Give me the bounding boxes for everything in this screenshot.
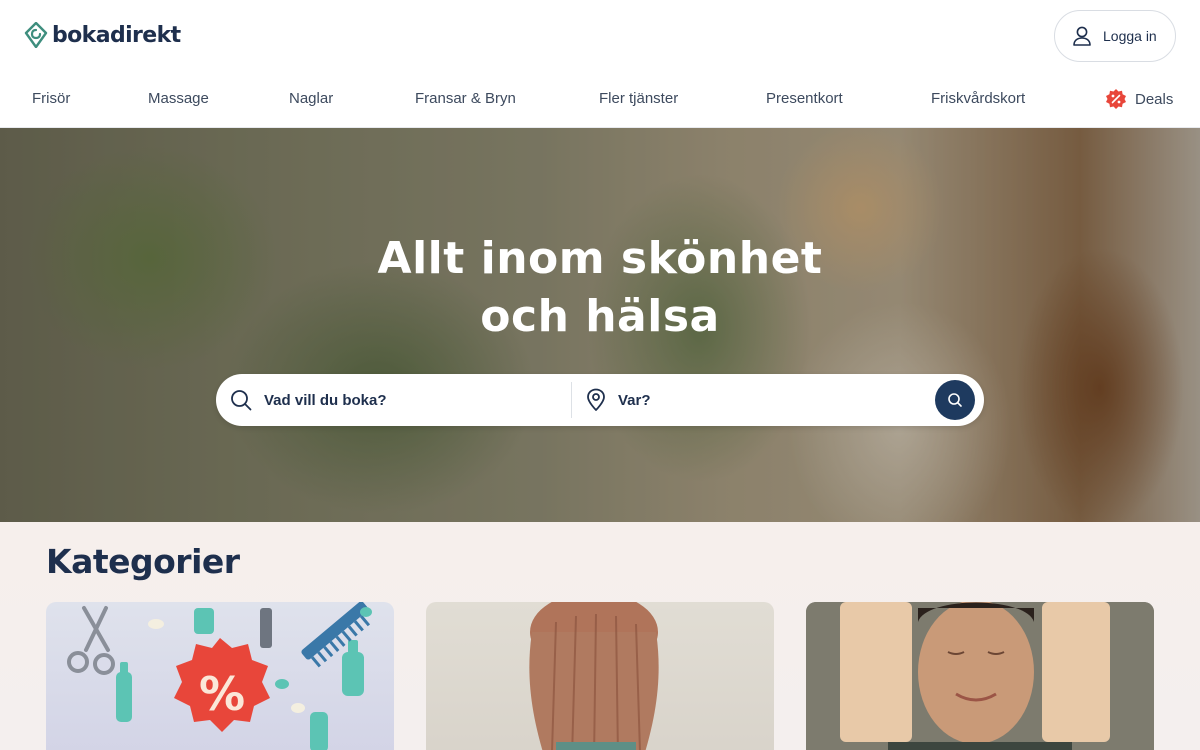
hero-title-line-1: Allt inom skönhet [377, 233, 823, 284]
search-bar: Vad vill du boka? Var? [216, 374, 984, 426]
category-card-hair[interactable] [426, 602, 774, 750]
hero-title: Allt inom skönhet och hälsa [0, 230, 1200, 346]
login-label: Logga in [1103, 28, 1157, 44]
logo[interactable]: bokadirekt [24, 22, 181, 48]
categories-section: Kategorier % [0, 522, 1200, 750]
nav-item-fransar-bryn[interactable]: Fransar & Bryn [415, 90, 516, 107]
category-card-face[interactable] [806, 602, 1154, 750]
search-submit-button[interactable] [935, 380, 975, 420]
hero-section: Allt inom skönhet och hälsa Vad vill du … [0, 128, 1200, 522]
deals-illustration-icon: % [67, 602, 372, 750]
nav-item-friskvardskort[interactable]: Friskvårdskort [931, 90, 1025, 107]
face-treatment-photo-icon [806, 602, 1154, 750]
user-icon [1073, 26, 1091, 46]
hair-treatment-photo-icon [529, 602, 659, 750]
main-nav: Frisör Massage Naglar Fransar & Bryn Fle… [0, 72, 1200, 128]
category-card-deals[interactable]: % [46, 602, 394, 750]
nav-item-naglar[interactable]: Naglar [289, 90, 333, 107]
search-what-placeholder: Vad vill du boka? [264, 391, 387, 409]
search-where-field[interactable]: Var? [572, 374, 922, 426]
bokadirekt-logo-icon [24, 22, 48, 48]
top-bar: bokadirekt Logga in [0, 0, 1200, 72]
nav-item-fler-tjanster[interactable]: Fler tjänster [599, 90, 678, 107]
search-what-field[interactable]: Vad vill du boka? [216, 374, 571, 426]
hero-title-line-2: och hälsa [480, 291, 720, 342]
nav-item-frisor[interactable]: Frisör [32, 90, 70, 107]
login-button[interactable]: Logga in [1054, 10, 1176, 62]
deals-badge-icon [1106, 89, 1126, 109]
categories-title: Kategorier [46, 542, 240, 581]
search-where-placeholder: Var? [618, 391, 651, 409]
location-pin-icon [587, 388, 605, 411]
nav-item-massage[interactable]: Massage [148, 90, 209, 107]
logo-text: bokadirekt [52, 22, 181, 48]
search-icon [231, 390, 252, 411]
svg-text:%: % [199, 667, 245, 721]
search-submit-icon [948, 393, 962, 407]
nav-item-deals[interactable]: Deals [1105, 88, 1173, 110]
deals-label: Deals [1135, 90, 1174, 108]
nav-item-presentkort[interactable]: Presentkort [766, 90, 843, 107]
